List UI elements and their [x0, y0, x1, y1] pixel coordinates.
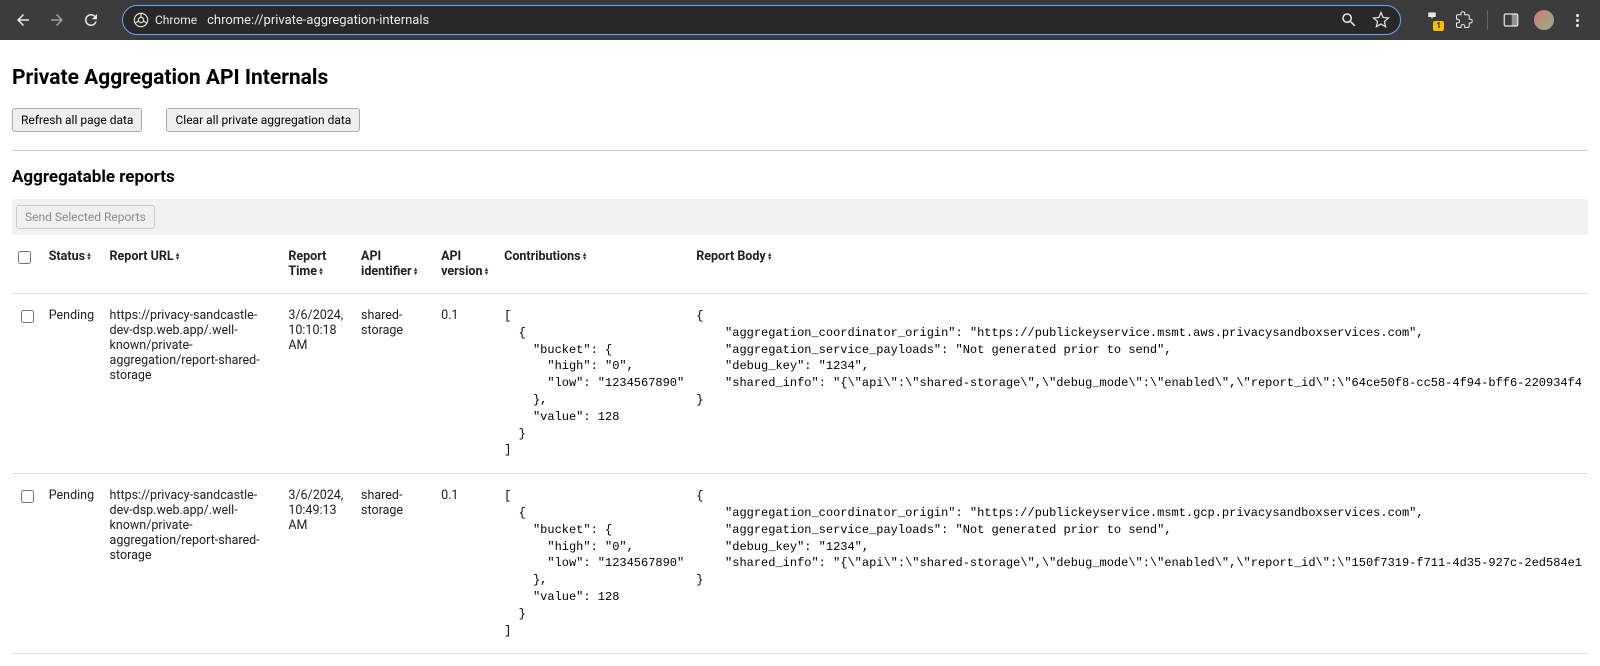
back-icon[interactable]	[14, 11, 32, 29]
section-title: Aggregatable reports	[12, 151, 1588, 199]
cell-api-identifier: shared-storage	[355, 294, 435, 474]
nav-arrows	[8, 11, 106, 29]
header-report-time[interactable]: Report Time▲▼	[282, 235, 355, 294]
forward-icon	[48, 11, 66, 29]
table-header-row: Status▲▼ Report URL▲▼ Report Time▲▼ API …	[12, 235, 1588, 294]
zoom-icon[interactable]	[1340, 11, 1358, 29]
header-status[interactable]: Status▲▼	[43, 235, 104, 294]
row-checkbox[interactable]	[21, 490, 34, 503]
sort-icon: ▲▼	[483, 268, 489, 276]
header-report-url[interactable]: Report URL▲▼	[104, 235, 283, 294]
cell-contributions: [ { "bucket": { "high": "0", "low": "123…	[498, 294, 690, 474]
cell-api-version: 0.1	[435, 474, 498, 654]
omnibox-scheme-chip: Chrome	[133, 12, 197, 28]
table-row: Pendinghttps://privacy-sandcastle-dev-ds…	[12, 294, 1588, 474]
toolbar-right: 1	[1417, 10, 1592, 30]
row-checkbox[interactable]	[21, 310, 34, 323]
cell-report-time: 3/6/2024, 10:10:18 AM	[282, 294, 355, 474]
sort-icon: ▲▼	[413, 268, 419, 276]
kebab-menu-icon[interactable]	[1568, 11, 1586, 29]
extensions-icon[interactable]	[1455, 11, 1473, 29]
header-checkbox-cell	[12, 235, 43, 294]
header-api-version[interactable]: API version▲▼	[435, 235, 498, 294]
omnibox-url: chrome://private-aggregation-internals	[207, 13, 1330, 28]
cell-report-time: 3/6/2024, 10:49:13 AM	[282, 474, 355, 654]
table-row: Pendinghttps://privacy-sandcastle-dev-ds…	[12, 474, 1588, 654]
extension-badge: 1	[1433, 21, 1444, 31]
cell-report-url: https://privacy-sandcastle-dev-dsp.web.a…	[104, 294, 283, 474]
header-api-identifier[interactable]: API identifier▲▼	[355, 235, 435, 294]
report-body-code: { "aggregation_coordinator_origin": "htt…	[696, 308, 1582, 409]
sort-icon: ▲▼	[767, 253, 773, 261]
page-title: Private Aggregation API Internals	[12, 52, 1588, 108]
refresh-button[interactable]: Refresh all page data	[12, 108, 142, 132]
extension-item-icon[interactable]: 1	[1423, 11, 1441, 29]
bookmark-star-icon[interactable]	[1372, 11, 1390, 29]
side-panel-icon[interactable]	[1502, 11, 1520, 29]
header-contributions[interactable]: Contributions▲▼	[498, 235, 690, 294]
address-bar[interactable]: Chrome chrome://private-aggregation-inte…	[122, 5, 1401, 35]
action-row: Refresh all page data Clear all private …	[12, 108, 1588, 151]
cell-report-url: https://privacy-sandcastle-dev-dsp.web.a…	[104, 474, 283, 654]
contributions-code: [ { "bucket": { "high": "0", "low": "123…	[504, 308, 684, 459]
cell-contributions: [ { "bucket": { "high": "0", "low": "123…	[498, 474, 690, 654]
sort-icon: ▲▼	[86, 253, 92, 261]
reload-icon[interactable]	[82, 11, 100, 29]
reports-table: Status▲▼ Report URL▲▼ Report Time▲▼ API …	[12, 235, 1588, 654]
omnibox-actions	[1340, 11, 1390, 29]
cell-status: Pending	[43, 474, 104, 654]
sort-icon: ▲▼	[582, 253, 588, 261]
select-all-checkbox[interactable]	[18, 251, 31, 264]
row-checkbox-cell	[12, 294, 43, 474]
report-body-code: { "aggregation_coordinator_origin": "htt…	[696, 488, 1582, 589]
send-selected-button: Send Selected Reports	[16, 205, 155, 229]
clear-button[interactable]: Clear all private aggregation data	[166, 108, 360, 132]
toolbar-divider	[1487, 10, 1488, 30]
cell-report-body: { "aggregation_coordinator_origin": "htt…	[690, 474, 1588, 654]
contributions-code: [ { "bucket": { "high": "0", "low": "123…	[504, 488, 684, 639]
browser-toolbar: Chrome chrome://private-aggregation-inte…	[0, 0, 1600, 40]
sort-icon: ▲▼	[318, 268, 324, 276]
profile-avatar[interactable]	[1534, 10, 1554, 30]
cell-api-identifier: shared-storage	[355, 474, 435, 654]
cell-status: Pending	[43, 294, 104, 474]
sort-icon: ▲▼	[175, 253, 181, 261]
chrome-icon	[133, 12, 149, 28]
section-toolbar: Send Selected Reports	[12, 199, 1588, 235]
omnibox-scheme-label: Chrome	[155, 13, 197, 27]
page-content: Private Aggregation API Internals Refres…	[0, 40, 1600, 666]
cell-api-version: 0.1	[435, 294, 498, 474]
row-checkbox-cell	[12, 474, 43, 654]
cell-report-body: { "aggregation_coordinator_origin": "htt…	[690, 294, 1588, 474]
header-report-body[interactable]: Report Body▲▼	[690, 235, 1588, 294]
